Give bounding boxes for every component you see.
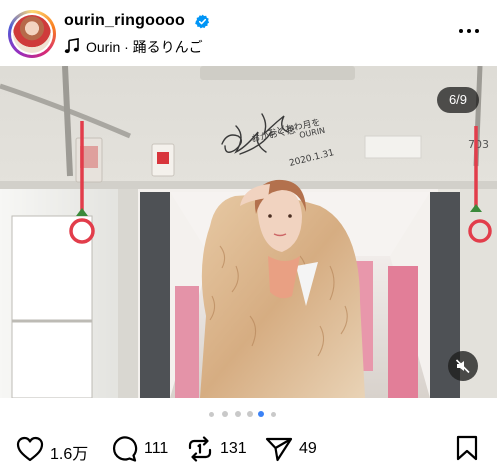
carousel-dot xyxy=(271,412,276,417)
repost-button[interactable]: 131 xyxy=(186,432,250,464)
mute-icon xyxy=(455,359,470,374)
comment-count: 111 xyxy=(144,440,169,457)
train-interior-photo: おかおく思 おどおわ月を OURIN 2020.1.31 703 xyxy=(0,66,497,398)
username[interactable]: ourin_ringoooo xyxy=(64,12,185,30)
share-icon xyxy=(265,437,293,462)
carousel-indicator xyxy=(0,409,497,419)
post-actions: 1.6万 111 131 49 xyxy=(0,432,497,466)
carousel-dot xyxy=(222,411,228,417)
repost-icon xyxy=(188,436,212,462)
more-options-button[interactable] xyxy=(456,22,482,42)
carousel-dot xyxy=(247,411,253,417)
avatar[interactable] xyxy=(8,10,56,58)
save-button[interactable] xyxy=(455,435,479,461)
share-button[interactable]: 49 xyxy=(265,432,327,464)
heart-icon xyxy=(16,436,44,462)
comment-icon xyxy=(112,436,138,462)
mute-button[interactable] xyxy=(448,351,478,381)
carousel-dot xyxy=(235,411,241,417)
repost-count: 131 xyxy=(220,440,247,457)
like-button[interactable]: 1.6万 xyxy=(16,432,89,464)
music-note-icon xyxy=(64,38,79,54)
post-image[interactable]: おかおく思 おどおわ月を OURIN 2020.1.31 703 xyxy=(0,66,497,398)
post-header: ourin_ringoooo Ourin · 踊るりんご xyxy=(0,0,497,66)
carousel-counter: 6/9 xyxy=(437,87,479,113)
share-count: 49 xyxy=(299,440,317,457)
like-count: 1.6万 xyxy=(50,446,89,463)
carousel-dot xyxy=(209,412,214,417)
verified-badge-icon xyxy=(195,14,210,29)
audio-label: Ourin · 踊るりんご xyxy=(86,39,203,55)
svg-text:703: 703 xyxy=(468,138,489,151)
bookmark-icon xyxy=(456,435,478,461)
more-options-icon xyxy=(459,29,463,33)
carousel-dot-active xyxy=(258,411,264,417)
comment-button[interactable]: 111 xyxy=(110,432,174,464)
